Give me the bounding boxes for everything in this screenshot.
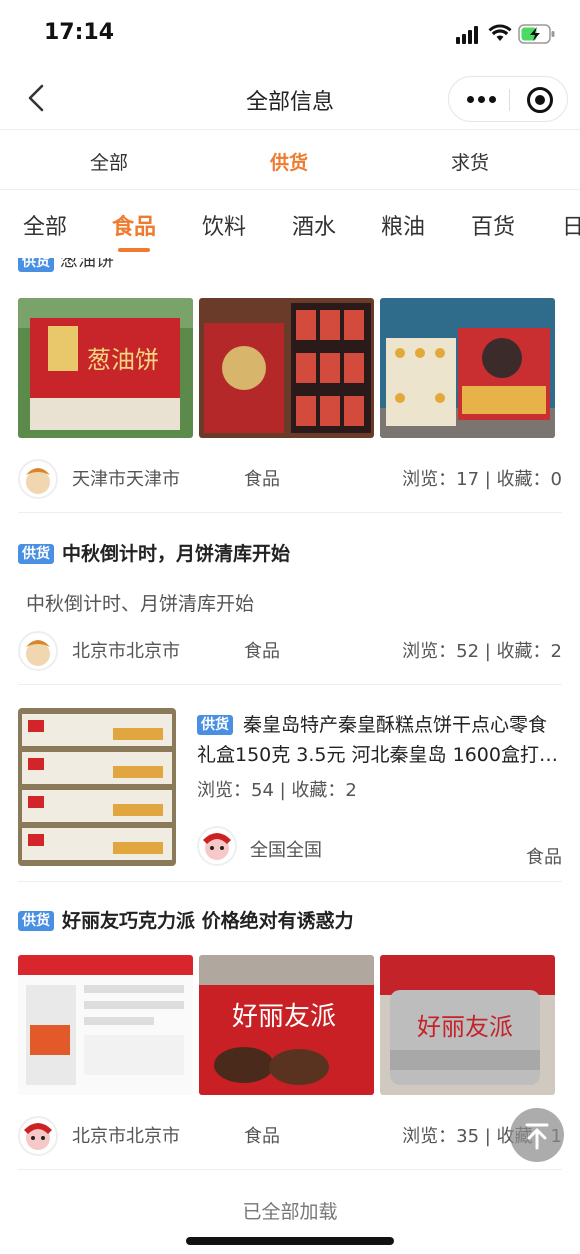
category-tab-liquor[interactable]: 酒水: [292, 209, 336, 241]
supply-badge: 供货: [18, 911, 54, 931]
post-stats: 浏览：52 | 收藏：2: [402, 641, 562, 662]
post-meta: 北京市北京市 食品 浏览：52 | 收藏：2: [0, 625, 580, 675]
category-tab-grain-oil[interactable]: 粮油: [381, 209, 425, 241]
scroll-to-top-button[interactable]: [510, 1108, 564, 1162]
tab-all[interactable]: 全部: [49, 148, 169, 175]
product-photo[interactable]: [380, 298, 555, 438]
svg-text:葱油饼: 葱油饼: [87, 346, 159, 374]
post-meta: 天津市天津市 食品 浏览：17 | 收藏：0: [0, 453, 580, 503]
svg-text:好丽友派: 好丽友派: [232, 1002, 336, 1032]
status-time: 17:14: [44, 20, 115, 45]
home-indicator: [186, 1237, 394, 1245]
primary-tabs: 全部 供货 求货: [0, 130, 580, 190]
page: 17:14 全部信息 全部 供货 求货 全部 食品 饮料 酒水 粮油 百货 日 …: [0, 0, 580, 1254]
active-tab-indicator: [118, 248, 150, 252]
post-title-text: 葱油饼: [60, 258, 114, 271]
category-tab-general-goods[interactable]: 百货: [471, 209, 515, 241]
user-avatar[interactable]: [18, 459, 58, 499]
supply-badge: 供货: [18, 258, 54, 272]
post-category: 食品: [244, 1126, 280, 1147]
wifi-icon: [488, 24, 512, 41]
supply-badge: 供货: [197, 715, 233, 735]
category-tab-food[interactable]: 食品: [112, 209, 156, 241]
category-tabs: 全部 食品 饮料 酒水 粮油 百货 日: [0, 190, 580, 258]
post-category: 食品: [244, 469, 280, 490]
post-image-row: 好丽友派 好丽友派: [18, 955, 555, 1095]
navigation-bar: 全部信息: [0, 66, 580, 130]
all-loaded-text: 已全部加载: [242, 1201, 338, 1223]
post-title[interactable]: 供货 秦皇岛特产秦皇酥糕点饼干点心零食礼盒150克 3.5元 河北秦皇岛 1600…: [197, 710, 562, 770]
post-title-text: 好丽友巧克力派 价格绝对有诱惑力: [62, 910, 354, 932]
status-bar: 17:14: [0, 0, 580, 66]
post-location: 北京市北京市: [72, 641, 180, 662]
post-location: 全国全国: [250, 840, 322, 861]
product-photo[interactable]: 好丽友派: [199, 955, 374, 1095]
product-photo[interactable]: [18, 955, 193, 1095]
category-tab-daily[interactable]: 日: [562, 209, 580, 241]
tab-supply[interactable]: 供货: [229, 148, 349, 175]
post-title[interactable]: 供货 中秋倒计时，月饼清库开始: [18, 539, 290, 566]
post-description: 中秋倒计时、月饼清库开始: [26, 593, 255, 615]
post-image-row: 葱油饼: [18, 298, 555, 438]
mini-program-capsule: [448, 76, 568, 122]
post-list: 供货 葱油饼 葱油饼 天津市天津市 食品 浏览：17 | 收藏：0 供货 中秋倒…: [0, 258, 580, 1254]
user-avatar[interactable]: [18, 1116, 58, 1156]
divider: [18, 684, 562, 685]
product-photo[interactable]: 葱油饼: [18, 298, 193, 438]
post-title[interactable]: 供货 葱油饼: [18, 258, 114, 272]
divider: [18, 1169, 562, 1170]
user-avatar[interactable]: [18, 631, 58, 671]
tab-demand[interactable]: 求货: [410, 148, 530, 175]
post-category: 食品: [526, 847, 562, 868]
post-meta: 北京市北京市 食品 浏览：35 | 收藏：1: [0, 1110, 580, 1160]
post-title[interactable]: 供货 好丽友巧克力派 价格绝对有诱惑力: [18, 906, 354, 933]
post-stats: 浏览：54 | 收藏：2: [197, 780, 357, 801]
post-location: 北京市北京市: [72, 1126, 180, 1147]
capsule-divider: [509, 89, 510, 111]
post-title-text: 中秋倒计时，月饼清库开始: [62, 543, 291, 565]
post-title-text: 秦皇岛特产秦皇酥糕点饼干点心零食礼盒150克 3.5元 河北秦皇岛 1600盒打…: [197, 714, 558, 766]
divider: [18, 512, 562, 513]
supply-badge: 供货: [18, 544, 54, 564]
post-stats: 浏览：17 | 收藏：0: [402, 469, 562, 490]
close-mini-program-icon[interactable]: [527, 87, 553, 113]
post-category: 食品: [244, 641, 280, 662]
svg-text:好丽友派: 好丽友派: [417, 1013, 513, 1041]
category-tab-drinks[interactable]: 饮料: [202, 209, 246, 241]
user-avatar[interactable]: [197, 826, 237, 866]
battery-charging-icon: [518, 24, 555, 44]
category-tab-all[interactable]: 全部: [23, 209, 67, 241]
product-photo[interactable]: 好丽友派: [380, 955, 555, 1095]
post-location: 天津市天津市: [72, 469, 180, 490]
product-photo[interactable]: [199, 298, 374, 438]
divider: [18, 881, 562, 882]
product-thumbnail[interactable]: [18, 708, 176, 866]
arrow-up-icon: [525, 1123, 549, 1150]
